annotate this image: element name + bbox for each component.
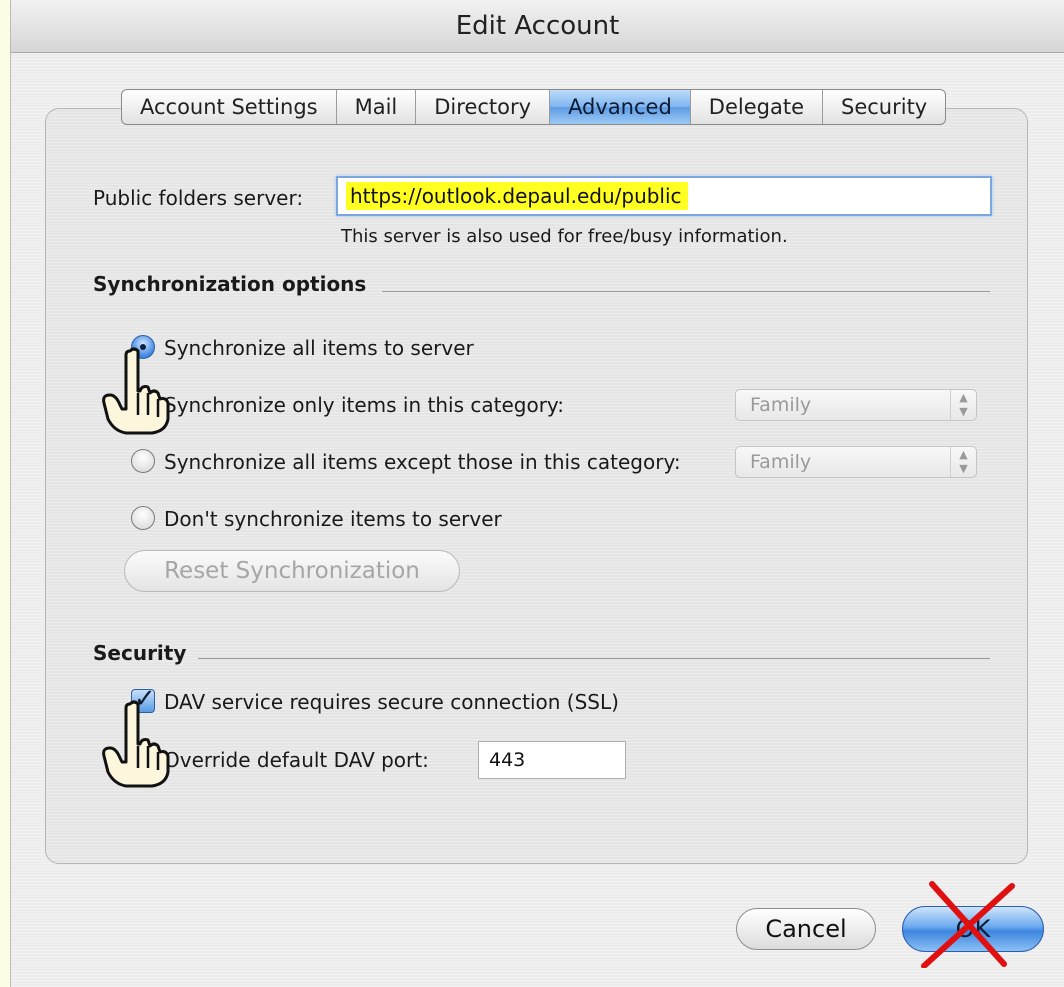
tab-directory[interactable]: Directory	[416, 90, 551, 124]
up-down-arrows-icon: ▲ ▼	[950, 447, 976, 477]
tab-account-settings[interactable]: Account Settings	[122, 90, 337, 124]
red-x-icon	[921, 881, 1015, 968]
radio-sync-all-label[interactable]: Synchronize all items to server	[164, 336, 474, 360]
up-down-arrows-icon: ▲ ▼	[950, 390, 976, 420]
override-port-label[interactable]: Override default DAV port:	[164, 748, 429, 772]
tab-advanced[interactable]: Advanced	[550, 90, 691, 124]
sync-except-category-value: Family	[750, 451, 812, 473]
pointing-hand-icon	[102, 700, 170, 788]
pointing-hand-icon	[102, 347, 170, 435]
tab-bar: Account Settings Mail Directory Advanced…	[121, 89, 947, 125]
dav-port-input[interactable]: 443	[478, 741, 626, 779]
radio-no-sync[interactable]	[131, 506, 155, 530]
sync-category-value: Family	[750, 394, 812, 416]
tab-security[interactable]: Security	[823, 90, 945, 124]
public-folders-server-input[interactable]: https://outlook.depaul.edu/public	[336, 176, 992, 216]
radio-sync-except-label[interactable]: Synchronize all items except those in th…	[164, 450, 681, 474]
public-folders-server-value: https://outlook.depaul.edu/public	[346, 182, 688, 210]
tab-mail[interactable]: Mail	[337, 90, 417, 124]
sync-category-select[interactable]: Family ▲ ▼	[735, 389, 977, 421]
sync-except-category-select[interactable]: Family ▲ ▼	[735, 446, 977, 478]
tab-delegate[interactable]: Delegate	[691, 90, 823, 124]
security-heading: Security	[93, 641, 187, 665]
ssl-checkbox-label[interactable]: DAV service requires secure connection (…	[164, 690, 619, 714]
public-folders-hint: This server is also used for free/busy i…	[341, 226, 788, 247]
dialog-title: Edit Account	[11, 0, 1064, 53]
cancel-button[interactable]: Cancel	[736, 908, 876, 950]
reset-synchronization-button[interactable]: Reset Synchronization	[124, 550, 460, 592]
sync-heading-divider	[382, 291, 990, 292]
radio-sync-except[interactable]	[131, 449, 155, 473]
sync-options-heading: Synchronization options	[93, 272, 367, 296]
public-folders-label: Public folders server:	[93, 186, 304, 210]
radio-no-sync-label[interactable]: Don't synchronize items to server	[164, 507, 502, 531]
radio-sync-category-label[interactable]: Synchronize only items in this category:	[164, 393, 564, 417]
security-heading-divider	[198, 658, 990, 659]
